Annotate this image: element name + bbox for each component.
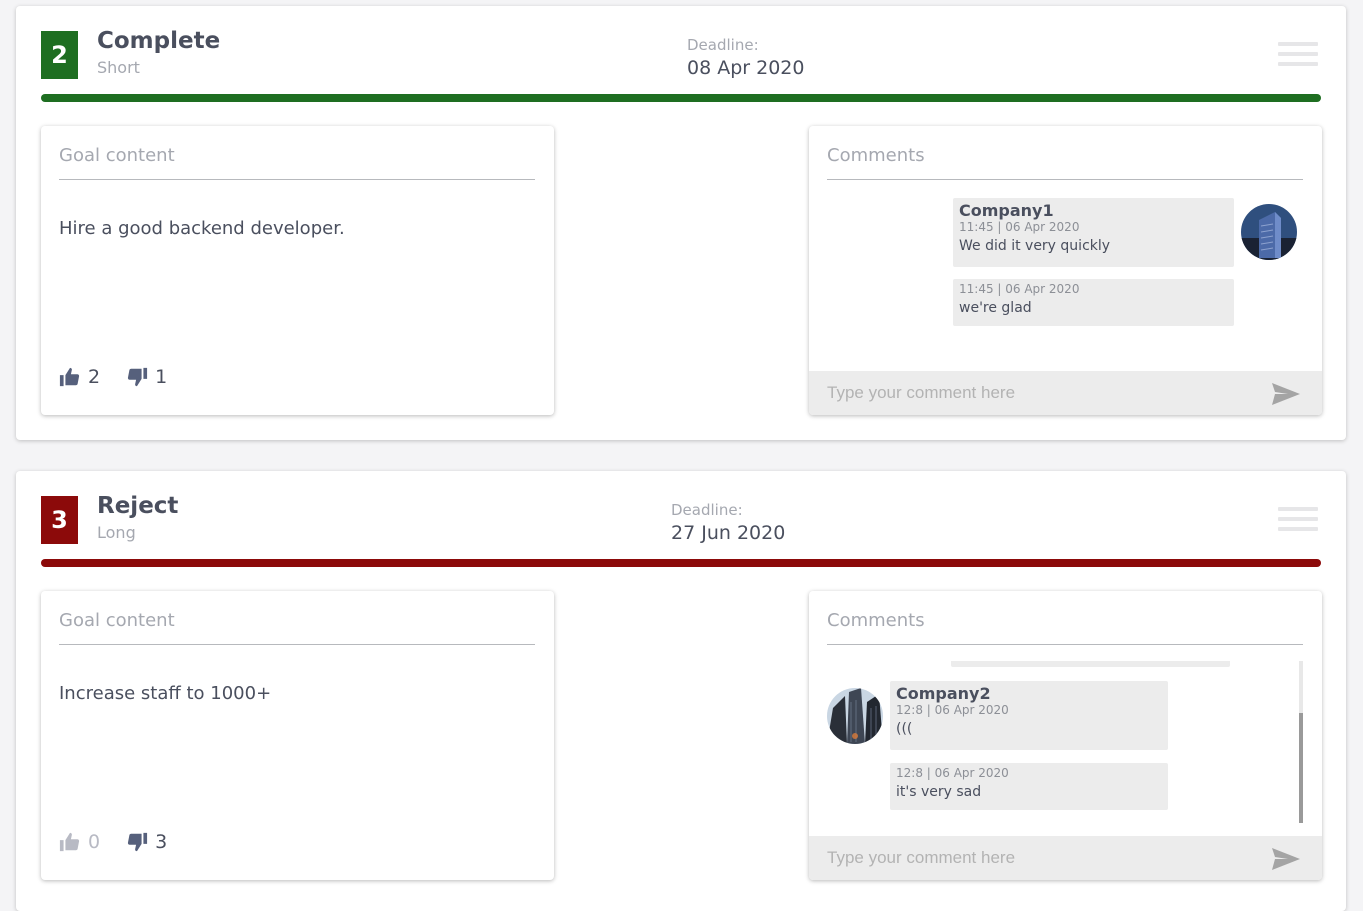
divider (59, 644, 535, 645)
comment-time: 12:8 | 06 Apr 2020 (896, 703, 1009, 717)
dislike-count: 3 (155, 831, 168, 853)
goal-number-badge: 3 (41, 496, 78, 544)
goal-card: 3 Reject Long Deadline: 27 Jun 2020 Goal… (16, 471, 1346, 911)
comment-author: Company2 (896, 684, 991, 703)
dislike-button[interactable]: 1 (126, 366, 167, 388)
comment-text: it's very sad (896, 784, 982, 800)
send-icon[interactable] (1272, 848, 1300, 870)
votes: 2 1 (59, 366, 193, 388)
comments-list[interactable]: Company1 11:45 | 06 Apr 2020 We did it v… (809, 196, 1322, 369)
status-progress-bar (41, 559, 1321, 567)
goal-term: Short (97, 58, 140, 77)
comment-time: 11:45 | 06 Apr 2020 (959, 282, 1080, 296)
comment-input[interactable] (827, 845, 1257, 871)
thumbs-up-icon (59, 367, 80, 387)
deadline-value: 08 Apr 2020 (687, 57, 805, 79)
goal-status-title: Complete (97, 28, 221, 54)
goal-number-badge: 2 (41, 31, 78, 79)
comments-panel: Comments Company1 11:45 | 06 Apr 2020 We… (809, 126, 1322, 415)
divider (59, 179, 535, 180)
comment-time: 12:8 | 06 Apr 2020 (896, 766, 1009, 780)
comment-input-row (809, 836, 1322, 880)
divider (827, 179, 1303, 180)
hamburger-menu-icon[interactable] (1278, 507, 1318, 535)
goal-content-title: Goal content (59, 145, 175, 166)
thumbs-down-icon (127, 367, 148, 387)
like-button[interactable]: 0 (59, 831, 100, 853)
thumbs-up-icon (59, 832, 80, 852)
goal-content-text: Hire a good backend developer. (59, 218, 345, 239)
votes: 0 3 (59, 831, 193, 853)
send-icon[interactable] (1272, 383, 1300, 405)
comments-title: Comments (827, 610, 925, 631)
comment-text: we're glad (959, 300, 1032, 316)
deadline-value: 27 Jun 2020 (671, 522, 786, 544)
goal-content-panel: Goal content Increase staff to 1000+ 0 3 (41, 591, 554, 880)
scrollbar-thumb[interactable] (1299, 713, 1303, 823)
goal-status-title: Reject (97, 493, 179, 519)
hamburger-menu-icon[interactable] (1278, 42, 1318, 70)
goal-content-panel: Goal content Hire a good backend develop… (41, 126, 554, 415)
comments-title: Comments (827, 145, 925, 166)
status-progress-bar (41, 94, 1321, 102)
deadline-label: Deadline: (687, 36, 759, 54)
thumbs-down-icon (127, 832, 148, 852)
goal-card: 2 Complete Short Deadline: 08 Apr 2020 G… (16, 6, 1346, 440)
comments-list[interactable]: Company2 12:8 | 06 Apr 2020 ((( 12:8 | 0… (809, 661, 1322, 834)
comment-input-row (809, 371, 1322, 415)
company-avatar[interactable] (827, 688, 883, 744)
comment-input[interactable] (827, 380, 1257, 406)
dislike-button[interactable]: 3 (126, 831, 167, 853)
comment-author: Company1 (959, 201, 1054, 220)
comment-text: ((( (896, 721, 913, 737)
goal-term: Long (97, 523, 136, 542)
comment-bubble: Company1 11:45 | 06 Apr 2020 We did it v… (953, 198, 1234, 267)
dislike-count: 1 (155, 366, 168, 388)
deadline-label: Deadline: (671, 501, 743, 519)
like-button[interactable]: 2 (59, 366, 100, 388)
goal-content-title: Goal content (59, 610, 175, 631)
divider (827, 644, 1303, 645)
comment-text: We did it very quickly (959, 238, 1111, 254)
comments-scrollbar[interactable] (1299, 661, 1303, 823)
comment-bubble-partial (951, 661, 1230, 667)
comment-bubble: Company2 12:8 | 06 Apr 2020 ((( (890, 681, 1168, 750)
goal-content-text: Increase staff to 1000+ (59, 683, 272, 704)
company-avatar[interactable] (1241, 204, 1297, 260)
comment-time: 11:45 | 06 Apr 2020 (959, 220, 1080, 234)
comments-panel: Comments Company2 12:8 | 06 Apr 2020 (((… (809, 591, 1322, 880)
like-count: 2 (88, 366, 101, 388)
like-count: 0 (88, 831, 101, 853)
comment-bubble: 12:8 | 06 Apr 2020 it's very sad (890, 763, 1168, 810)
comment-bubble: 11:45 | 06 Apr 2020 we're glad (953, 279, 1234, 326)
